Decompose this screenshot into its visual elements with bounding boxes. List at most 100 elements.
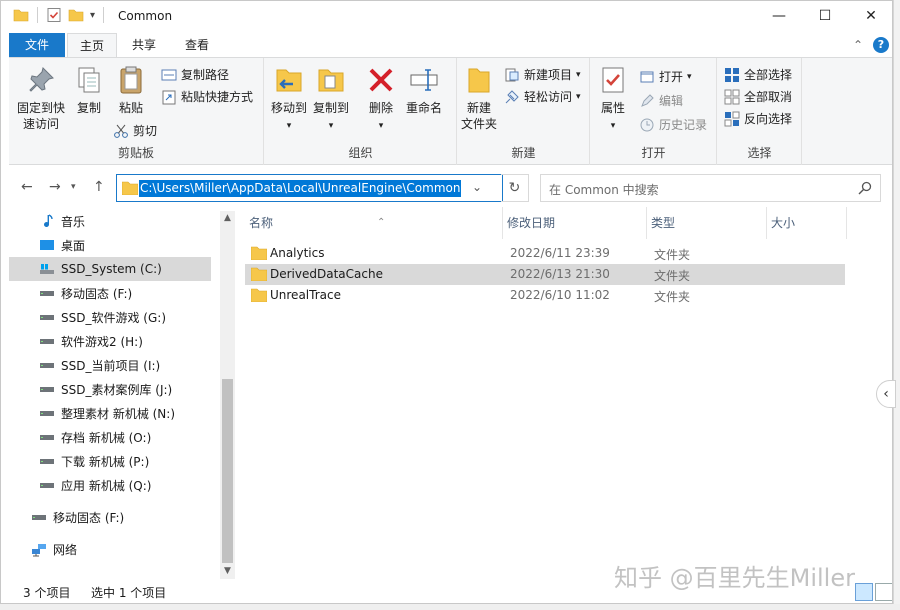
rename-label: 重命名 <box>405 101 442 115</box>
close-button[interactable]: ✕ <box>848 1 892 31</box>
minimize-button[interactable]: — <box>756 1 802 31</box>
delete-button[interactable]: 删除 ▾ <box>363 64 399 134</box>
tab-share[interactable]: 共享 <box>119 33 169 57</box>
address-path[interactable]: C:\Users\Miller\AppData\Local\UnrealEngi… <box>139 180 462 197</box>
collapse-ribbon-icon[interactable]: ⌃ <box>853 38 863 52</box>
properties-button[interactable]: 属性 ▾ <box>595 64 631 134</box>
open-button[interactable]: 打开 ▾ <box>639 68 692 85</box>
chevron-left-icon[interactable]: ‹ <box>876 380 896 408</box>
nav-item-drive-p[interactable]: 下载 新机械 (P:) <box>9 449 211 473</box>
new-item-button[interactable]: 新建项目 ▾ <box>504 66 581 83</box>
move-to-button[interactable]: 移动到 ▾ <box>269 64 309 134</box>
refresh-button[interactable]: ↻ <box>501 174 529 202</box>
nav-item-drive-q[interactable]: 应用 新机械 (Q:) <box>9 473 211 497</box>
nav-item-drive-f[interactable]: 移动固态 (F:) <box>9 281 211 305</box>
history-button[interactable]: 历史记录 <box>639 116 707 133</box>
nav-item-drive-n[interactable]: 整理素材 新机械 (N:) <box>9 401 211 425</box>
easy-access-button[interactable]: 轻松访问 ▾ <box>504 88 581 105</box>
search-input[interactable]: 在 Common 中搜索 <box>540 174 881 202</box>
new-folder-label-line2: 文件夹 <box>460 117 497 131</box>
background-window <box>893 0 900 610</box>
maximize-button[interactable]: ☐ <box>802 1 848 31</box>
paste-shortcut-button[interactable]: 粘贴快捷方式 <box>161 88 253 105</box>
new-folder-label-line1: 新建 <box>466 101 491 115</box>
nav-item-system-drive[interactable]: SSD_System (C:) <box>9 257 211 281</box>
invert-selection-label: 反向选择 <box>744 112 793 126</box>
explorer-window: ▾ Common — ☐ ✕ 文件 主页 共享 查看 ⌃ ? 固定到快 速访问 … <box>0 0 893 604</box>
nav-item-drive-h[interactable]: 软件游戏2 (H:) <box>9 329 211 353</box>
drive-icon <box>40 483 54 488</box>
divider <box>103 7 105 23</box>
drive-icon <box>40 435 54 440</box>
new-item-icon <box>505 68 519 81</box>
nav-item-removable-f[interactable]: 移动固态 (F:) <box>9 505 211 529</box>
rename-button[interactable]: 重命名 <box>403 64 445 116</box>
copy-to-icon <box>318 69 344 92</box>
scrollbar-thumb[interactable] <box>222 379 233 563</box>
nav-scrollbar[interactable]: ▲ ▼ <box>220 211 235 579</box>
select-none-label: 全部取消 <box>744 90 793 104</box>
file-row[interactable]: UnrealTrace 2022/6/10 11:02 文件夹 <box>245 285 845 306</box>
cut-button[interactable]: 剪切 <box>113 122 157 139</box>
drive-icon <box>40 363 54 368</box>
nav-item-drive-g[interactable]: SSD_软件游戏 (G:) <box>9 305 211 329</box>
file-row[interactable]: Analytics 2022/6/11 23:39 文件夹 <box>245 243 845 264</box>
customize-qat-icon[interactable]: ▾ <box>90 10 95 21</box>
tab-home[interactable]: 主页 <box>67 33 117 57</box>
copy-button[interactable]: 复制 <box>71 64 107 116</box>
nav-item-desktop[interactable]: 桌面 <box>9 233 211 257</box>
scroll-down-icon[interactable]: ▼ <box>220 564 235 579</box>
address-dropdown-chevron-icon[interactable]: ⌄ <box>472 180 482 194</box>
tab-view[interactable]: 查看 <box>171 33 223 57</box>
organize-group-label: 组织 <box>348 146 373 160</box>
edit-button[interactable]: 编辑 <box>639 92 683 109</box>
invert-selection-button[interactable]: 反向选择 <box>724 110 792 127</box>
nav-item-drive-j[interactable]: SSD_素材案例库 (J:) <box>9 377 211 401</box>
new-group: 新建 文件夹 新建项目 ▾ 轻松访问 ▾ 新建 <box>458 58 590 165</box>
new-folder-icon[interactable] <box>68 7 84 23</box>
search-placeholder: 在 Common 中搜索 <box>549 183 659 197</box>
column-header-name[interactable]: 名称 ⌃ <box>245 207 503 239</box>
new-folder-icon <box>468 68 490 93</box>
back-arrow-icon[interactable]: ← <box>21 179 33 195</box>
address-bar[interactable]: C:\Users\Miller\AppData\Local\UnrealEngi… <box>116 174 503 202</box>
column-header-size[interactable]: 大小 <box>767 207 847 239</box>
pin-icon <box>29 67 54 92</box>
copy-to-label: 复制到 <box>312 101 349 115</box>
select-all-button[interactable]: 全部选择 <box>724 66 792 83</box>
nav-item-drive-i[interactable]: SSD_当前项目 (I:) <box>9 353 211 377</box>
nav-item-network[interactable]: 网络 <box>9 537 211 561</box>
new-folder-button[interactable]: 新建 文件夹 <box>458 64 500 132</box>
selection-count: 选中 1 个项目 <box>91 586 167 600</box>
pin-quick-access-button[interactable]: 固定到快 速访问 <box>15 64 67 132</box>
select-none-button[interactable]: 全部取消 <box>724 88 792 105</box>
properties-icon[interactable] <box>46 7 62 23</box>
folder-icon <box>251 246 267 260</box>
column-header-type[interactable]: 类型 <box>647 207 767 239</box>
scroll-up-icon[interactable]: ▲ <box>220 211 235 226</box>
details-view-icon[interactable] <box>855 583 873 601</box>
copy-to-button[interactable]: 复制到 ▾ <box>311 64 351 134</box>
column-header-date[interactable]: 修改日期 <box>503 207 647 239</box>
recent-locations-chevron-icon[interactable]: ▾ <box>71 182 76 192</box>
scissors-icon <box>114 124 128 138</box>
properties-icon <box>602 67 624 93</box>
copy-path-button[interactable]: 复制路径 <box>161 66 229 83</box>
up-arrow-icon[interactable]: ↑ <box>93 179 105 195</box>
forward-arrow-icon[interactable]: → <box>49 179 61 195</box>
nav-item-drive-o[interactable]: 存档 新机械 (O:) <box>9 425 211 449</box>
nav-item-label: SSD_当前项目 (I:) <box>61 358 161 373</box>
help-icon[interactable]: ? <box>873 37 889 53</box>
nav-item-music[interactable]: 音乐 <box>9 209 211 233</box>
file-row[interactable]: DerivedDataCache 2022/6/13 21:30 文件夹 <box>245 264 845 285</box>
paste-button[interactable]: 粘贴 <box>113 64 149 116</box>
status-bar: 3 个项目 选中 1 个项目 <box>9 581 892 603</box>
move-to-icon <box>276 69 302 92</box>
large-icons-view-icon[interactable] <box>875 583 892 601</box>
file-type: 文件夹 <box>654 269 691 283</box>
delete-label: 删除 <box>368 101 393 115</box>
title-bar: ▾ Common — ☐ ✕ <box>1 1 892 33</box>
search-icon[interactable] <box>858 181 872 195</box>
tab-file[interactable]: 文件 <box>9 33 65 57</box>
view-switcher <box>855 583 892 601</box>
